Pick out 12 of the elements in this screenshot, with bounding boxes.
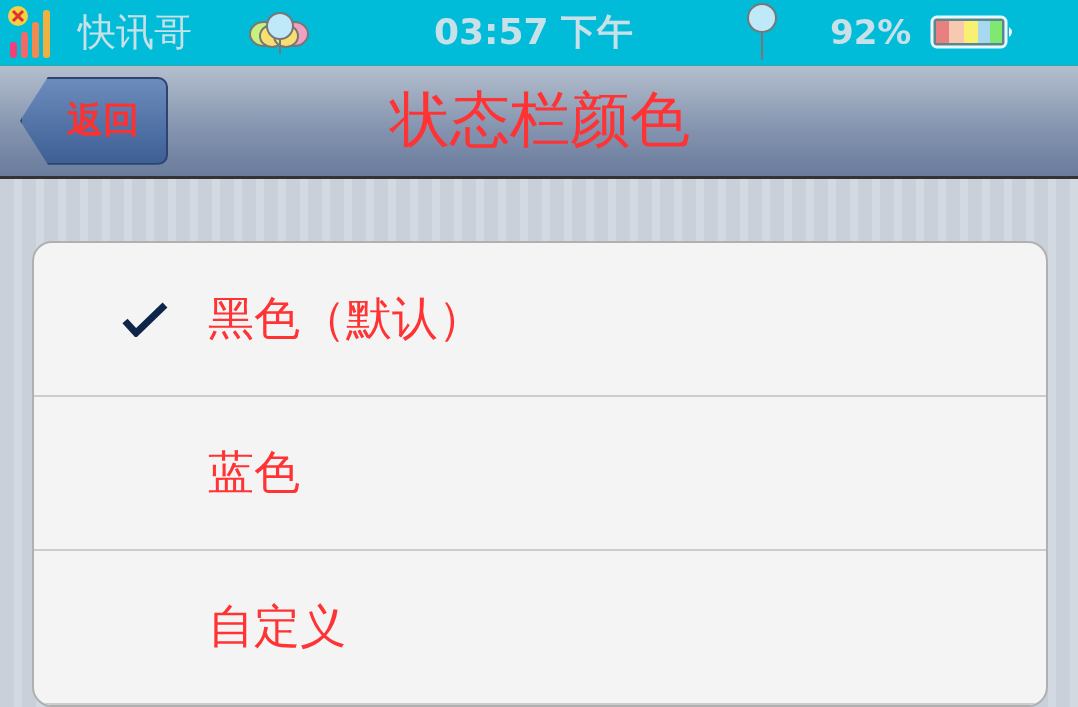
battery-percent: 92% — [830, 12, 913, 53]
checkmark-icon — [122, 301, 168, 337]
option-label: 黑色（默认） — [208, 290, 484, 347]
carrier-name: 快讯哥 — [78, 8, 193, 56]
page-title: 状态栏颜色 — [390, 83, 690, 157]
clock: 03:57 下午 — [434, 9, 635, 54]
balloon-icon — [744, 2, 780, 63]
option-row[interactable]: 自定义 — [34, 551, 1046, 705]
option-row[interactable]: 蓝色 — [34, 397, 1046, 551]
option-label: 蓝色 — [208, 444, 300, 501]
option-row[interactable]: 黑色（默认） — [34, 243, 1046, 397]
option-label: 自定义 — [208, 598, 346, 655]
